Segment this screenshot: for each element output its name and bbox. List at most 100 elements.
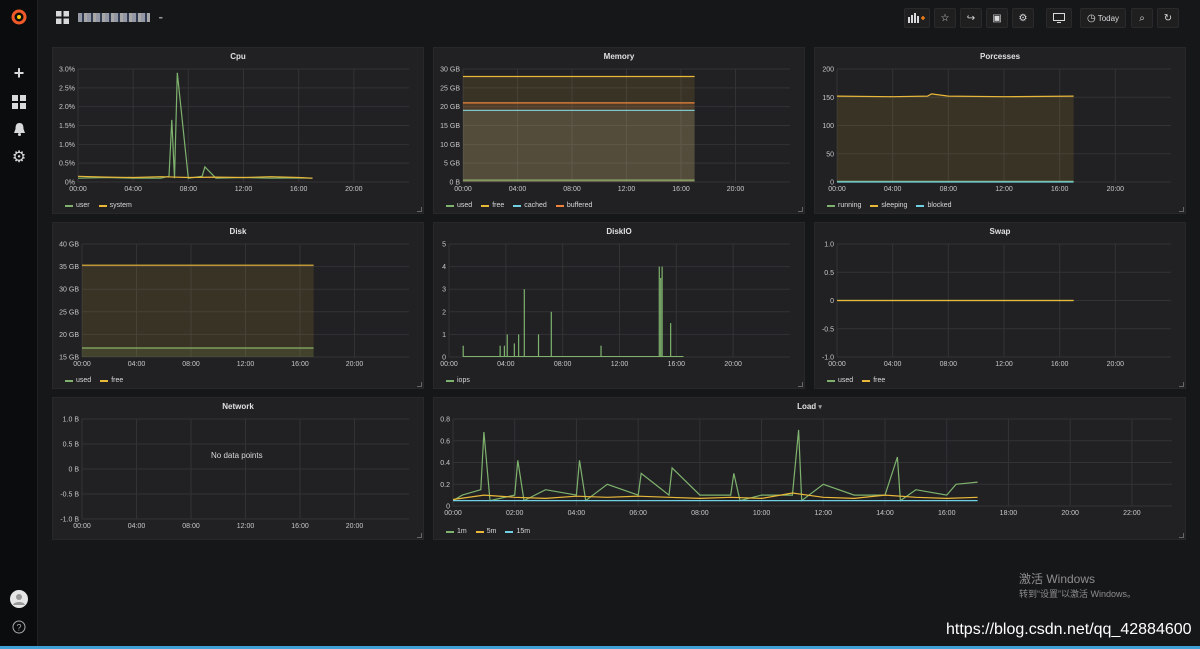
legend-item-5m[interactable]: 5m: [475, 528, 496, 535]
legend-label: 1m: [457, 528, 467, 535]
avatar[interactable]: [9, 589, 29, 609]
legend-item-running[interactable]: running: [827, 202, 861, 209]
resize-handle[interactable]: [1179, 533, 1184, 538]
x-tick-label: 08:00: [554, 361, 572, 368]
x-tick-label: 08:00: [563, 186, 581, 193]
legend-item-system[interactable]: system: [98, 202, 132, 209]
legend-item-free[interactable]: free: [100, 377, 123, 384]
refresh-button[interactable]: ↻: [1157, 8, 1179, 28]
y-tick-label: 3.0%: [59, 67, 75, 74]
legend-swatch: [446, 530, 454, 533]
y-tick-label: 2: [442, 309, 446, 316]
settings-button[interactable]: ⚙: [1012, 8, 1034, 28]
resize-handle[interactable]: [798, 207, 803, 212]
dashboard-grid-icon: [56, 11, 69, 29]
x-tick-label: 02:00: [506, 510, 524, 517]
bell-icon[interactable]: [9, 119, 29, 139]
save-button[interactable]: ▣: [986, 8, 1008, 28]
legend-label: used: [76, 377, 92, 384]
dashboard-title[interactable]: -: [78, 9, 164, 24]
x-tick-label: 16:00: [291, 361, 309, 368]
legend-item-iops[interactable]: iops: [446, 377, 470, 384]
network-graph: 1.0 B0.5 B0 B-0.5 B-1.0 B00:00 04:00 08:00…: [60, 417, 409, 530]
panel-load[interactable]: Load ▾ 0.8 0.6 0.4 0.2 0 00:00 02:00 04:00 06:00…: [433, 397, 1186, 540]
y-tick-label: 15 GB: [440, 123, 460, 130]
legend-item-cached[interactable]: cached: [513, 202, 547, 209]
x-tick-label: 00:00: [828, 186, 846, 193]
legend-swatch: [446, 379, 454, 382]
y-tick-label: 0.5: [824, 270, 834, 277]
legend-swatch: [870, 204, 879, 207]
y-tick-label: 5 GB: [444, 161, 460, 168]
legend-swatch: [481, 204, 490, 207]
legend-item-buffered[interactable]: buffered: [555, 202, 593, 209]
y-tick-label: 50: [826, 151, 834, 158]
legend-label: buffered: [566, 202, 593, 209]
plus-icon[interactable]: +: [9, 63, 29, 83]
legend-label: iops: [457, 377, 470, 384]
y-tick-label: 150: [822, 95, 834, 102]
legend-item-1m[interactable]: 1m: [446, 528, 467, 535]
y-tick-label: 20 GB: [59, 332, 79, 339]
panel-diskio[interactable]: DiskIO 5 4 3 2 1 0 00:00 04:00 08:00 12:00 16:00 20…: [433, 222, 805, 389]
resize-handle[interactable]: [798, 382, 803, 387]
y-tick-label: 2.0%: [59, 104, 75, 111]
x-tick-label: 06:00: [629, 510, 647, 517]
y-tick-label: 5: [442, 242, 446, 249]
help-icon[interactable]: ?: [9, 617, 29, 637]
panel-swap[interactable]: Swap 1.0 0.5 0 -0.5 -1.0 00:00 04:00 08:00 12:00…: [814, 222, 1186, 389]
legend-label: system: [109, 202, 132, 209]
grafana-logo-icon[interactable]: [9, 7, 29, 27]
legend-item-used[interactable]: used: [65, 377, 91, 384]
y-tick-label: 0 B: [68, 467, 79, 474]
x-tick-label: 16:00: [668, 361, 686, 368]
star-button[interactable]: ☆: [934, 8, 956, 28]
zoom-out-button[interactable]: ⌕: [1131, 8, 1153, 28]
x-tick-label: 12:00: [995, 186, 1013, 193]
add-panel-button[interactable]: [904, 8, 930, 28]
x-tick-label: 04:00: [509, 186, 527, 193]
dashboards-icon[interactable]: [9, 92, 29, 112]
y-tick-label: 25 GB: [440, 85, 460, 92]
x-tick-label: 12:00: [995, 361, 1013, 368]
y-tick-label: 0.8: [440, 417, 450, 424]
y-tick-label: 30 GB: [440, 67, 460, 74]
legend-label: user: [76, 202, 90, 209]
panel-disk[interactable]: Disk 40 GB 35 GB 30 GB 25 GB 20 GB 15 GB 00:00…: [52, 222, 424, 389]
legend-item-15m[interactable]: 15m: [505, 528, 530, 535]
dashboard-title-dash: -: [158, 9, 164, 24]
resize-handle[interactable]: [1179, 207, 1184, 212]
y-tick-label: 10 GB: [440, 142, 460, 149]
legend-item-user[interactable]: user: [65, 202, 90, 209]
svg-text:?: ?: [16, 623, 21, 633]
legend-swatch: [862, 379, 871, 382]
legend-item-blocked[interactable]: blocked: [916, 202, 952, 209]
x-tick-label: 04:00: [497, 361, 515, 368]
x-tick-label: 20:00: [346, 361, 364, 368]
legend-item-sleeping[interactable]: sleeping: [870, 202, 907, 209]
y-tick-label: 0.4: [440, 460, 450, 467]
legend-item-free[interactable]: free: [862, 377, 885, 384]
gear-icon[interactable]: ⚙: [9, 147, 29, 167]
x-tick-label: 20:00: [1107, 186, 1125, 193]
legend-item-used[interactable]: used: [446, 202, 472, 209]
panel-network[interactable]: Network 1.0 B 0.5 B0 B -0.5 B -1.0 B 00:00 04…: [52, 397, 424, 540]
series-area-free: [82, 265, 314, 357]
legend-item-free[interactable]: free: [481, 202, 504, 209]
resize-handle[interactable]: [417, 207, 422, 212]
tv-mode-button[interactable]: [1046, 8, 1072, 28]
x-tick-label: 20:00: [1061, 510, 1079, 517]
panel-memory[interactable]: Memory 30 GB 25 GB 20 GB 15 GB 10 GB 5 GB 0 B0…: [433, 47, 805, 214]
x-tick-label: 20:00: [345, 186, 363, 193]
legend-item-used[interactable]: used: [827, 377, 853, 384]
resize-handle[interactable]: [417, 382, 422, 387]
share-button[interactable]: ↪: [960, 8, 982, 28]
resize-handle[interactable]: [417, 533, 422, 538]
panel-processes[interactable]: Porcesses 200 150 100 50 0 00:00 04:00 08:00 12:…: [814, 47, 1186, 214]
x-tick-label: 00:00: [454, 186, 472, 193]
time-picker-button[interactable]: ◷ Today: [1080, 8, 1126, 28]
resize-handle[interactable]: [1179, 382, 1184, 387]
x-tick-label: 00:00: [73, 523, 91, 530]
x-tick-label: 16:00: [291, 523, 309, 530]
panel-cpu[interactable]: Cpu 3.0% 2.5% 2.0% 1.5% 1.0% 0.5% 0% 00:00 04:00…: [52, 47, 424, 214]
